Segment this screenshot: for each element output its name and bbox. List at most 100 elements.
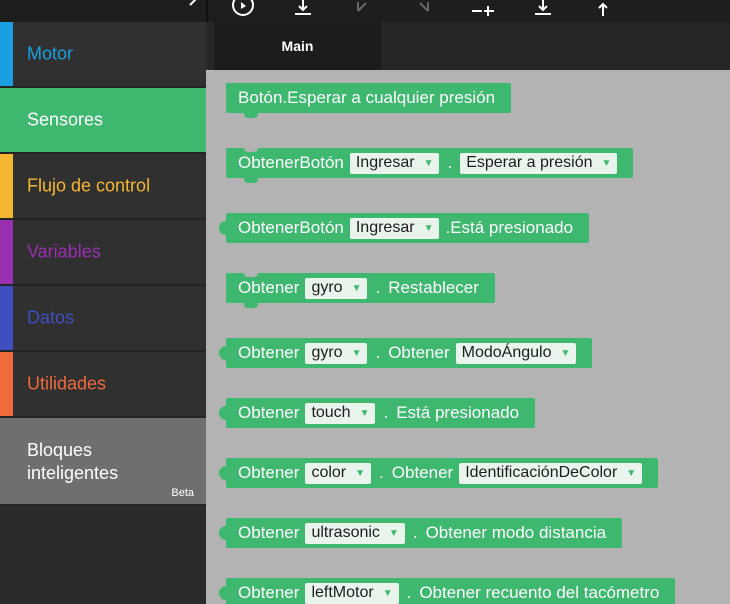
dropdown-value: ultrasonic (311, 524, 380, 541)
category-datos[interactable]: Datos (0, 286, 206, 352)
dropdown-arrow-icon: ▼ (423, 157, 434, 169)
block-text: Botón.Esperar a cualquier presión (238, 88, 496, 107)
category-color-bar (0, 352, 13, 416)
category-label: Variables (27, 241, 101, 262)
category-label: Bloques inteligentes (27, 439, 118, 485)
category-color-bar (0, 154, 13, 218)
chevron-left-icon[interactable] (180, 0, 206, 18)
play-icon[interactable] (230, 0, 256, 18)
undo-icon[interactable] (350, 0, 376, 18)
dropdown-value: Esperar a presión (466, 154, 593, 171)
category-color-bar (0, 220, 13, 284)
block-text: Obtener (238, 583, 300, 602)
add-line-icon[interactable] (470, 0, 496, 18)
block-touch-presionado[interactable]: Obtener touch ▼ . Está presionado (218, 398, 536, 428)
category-label: Datos (27, 307, 75, 328)
dropdown-value: IdentificaciónDeColor (465, 464, 618, 481)
category-flujo-de-control[interactable]: Flujo de control (0, 154, 206, 220)
mode-dropdown[interactable]: IdentificaciónDeColor ▼ (459, 462, 643, 484)
sensor-dropdown[interactable]: ultrasonic ▼ (305, 522, 405, 544)
block-text: Obtener recuento del tacómetro (419, 583, 660, 602)
block-dot: . (406, 583, 412, 602)
dropdown-value: Ingresar (355, 219, 415, 236)
block-motor-tacometro[interactable]: Obtener leftMotor ▼ . Obtener recuento de… (218, 578, 676, 604)
tab-main[interactable]: Main (214, 22, 381, 70)
sensor-dropdown[interactable]: touch ▼ (305, 402, 376, 424)
dropdown-value: ModoÁngulo (461, 344, 552, 361)
block-text: Obtener (238, 403, 300, 422)
sensor-dropdown[interactable]: gyro ▼ (305, 342, 368, 364)
block-text: Obtener (388, 343, 450, 362)
button-dropdown[interactable]: Ingresar ▼ (349, 152, 440, 174)
block-text: Obtener (238, 278, 300, 297)
block-workspace[interactable]: Botón.Esperar a cualquier presión Obtene… (206, 70, 730, 604)
redo-icon[interactable] (410, 0, 436, 18)
block-obtener-boton-esperar[interactable]: ObtenerBotón Ingresar ▼ . Esperar a presi… (226, 147, 634, 183)
block-boton-esperar[interactable]: Botón.Esperar a cualquier presión (226, 83, 512, 118)
block-gyro-obtener-modo[interactable]: Obtener gyro ▼ . Obtener ModoÁngulo ▼ (218, 338, 593, 368)
upload-icon[interactable] (590, 0, 616, 18)
category-sensores[interactable]: Sensores (0, 88, 206, 154)
dropdown-value: gyro (311, 344, 343, 361)
dropdown-value: color (311, 464, 347, 481)
smart-label-line2: inteligentes (27, 463, 119, 483)
beta-badge: Beta (171, 487, 194, 499)
block-text: ObtenerBotón (238, 218, 344, 237)
button-dropdown[interactable]: Ingresar ▼ (349, 217, 440, 239)
block-dot: . (412, 523, 418, 542)
block-gyro-restablecer[interactable]: Obtener gyro ▼ . Restablecer (226, 272, 495, 308)
dropdown-value: Ingresar (355, 154, 415, 171)
motor-dropdown[interactable]: leftMotor ▼ (305, 582, 399, 604)
category-color-bar (0, 286, 13, 350)
sensor-dropdown[interactable]: color ▼ (305, 462, 372, 484)
block-text: Obtener (391, 463, 454, 482)
category-label: Motor (27, 43, 74, 64)
block-dot: . (375, 343, 381, 362)
block-color-obtener[interactable]: Obtener color ▼ . Obtener IdentificaciónD… (218, 458, 659, 488)
smart-label-line1: Bloques (27, 440, 93, 460)
category-label: Flujo de control (27, 175, 151, 196)
category-label: Utilidades (27, 373, 107, 394)
dropdown-arrow-icon: ▼ (359, 407, 370, 419)
dropdown-arrow-icon: ▼ (423, 222, 434, 234)
dropdown-value: leftMotor (311, 584, 374, 601)
block-text: Obtener (238, 343, 300, 362)
toolbar-divider (206, 0, 208, 22)
dropdown-arrow-icon: ▼ (560, 347, 571, 359)
category-sidebar: Motor Sensores Flujo de control Variable… (0, 22, 206, 604)
block-text: Obtener (238, 523, 300, 542)
block-dot: . (447, 153, 453, 172)
block-text: ObtenerBotón (238, 153, 344, 172)
block-text: Restablecer (388, 278, 479, 297)
category-color-bar (0, 22, 13, 86)
category-utilidades[interactable]: Utilidades (0, 352, 206, 418)
block-text: Obtener modo distancia (425, 523, 607, 542)
category-bloques-inteligentes[interactable]: Bloques inteligentes Beta (0, 418, 206, 506)
toolbar (0, 0, 730, 22)
action-dropdown[interactable]: Esperar a presión ▼ (460, 152, 618, 174)
dropdown-value: touch (311, 404, 351, 421)
dropdown-arrow-icon: ▼ (601, 157, 612, 169)
dropdown-arrow-icon: ▼ (388, 527, 399, 539)
dropdown-arrow-icon: ▼ (382, 587, 393, 599)
download-icon[interactable] (290, 0, 316, 18)
block-dot: . (383, 403, 389, 422)
category-label: Sensores (27, 109, 104, 130)
tab-strip: Main (208, 22, 730, 70)
block-text: .Está presionado (445, 218, 574, 237)
save-icon[interactable] (530, 0, 556, 18)
block-obtener-boton-presionado[interactable]: ObtenerBotón Ingresar ▼ .Está presionado (218, 213, 590, 243)
category-motor[interactable]: Motor (0, 22, 206, 88)
sensor-dropdown[interactable]: gyro ▼ (305, 277, 368, 299)
dropdown-value: gyro (311, 279, 343, 296)
dropdown-arrow-icon: ▼ (351, 282, 362, 294)
block-text: Obtener (238, 463, 300, 482)
dropdown-arrow-icon: ▼ (355, 467, 366, 479)
mode-dropdown[interactable]: ModoÁngulo ▼ (455, 342, 577, 364)
block-dot: . (379, 463, 384, 482)
dropdown-arrow-icon: ▼ (351, 347, 362, 359)
block-ultrasonic-distancia[interactable]: Obtener ultrasonic ▼ . Obtener modo dista… (218, 518, 623, 548)
category-variables[interactable]: Variables (0, 220, 206, 286)
block-text: Está presionado (396, 403, 520, 422)
block-dot: . (375, 278, 381, 297)
